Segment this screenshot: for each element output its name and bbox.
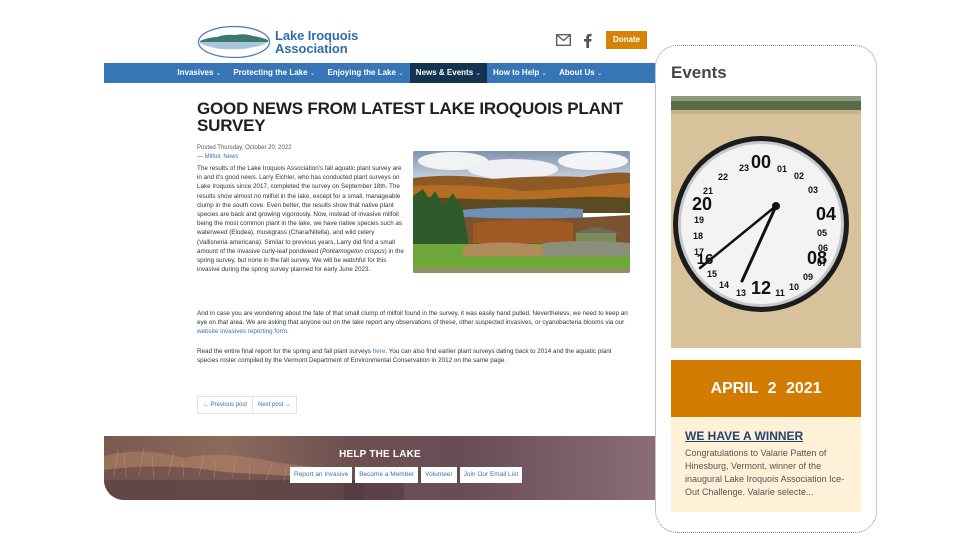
event-description: Congratulations to Valarie Patten of Hin… [685, 448, 845, 497]
article-title: GOOD NEWS FROM LATEST LAKE IROQUOIS PLAN… [197, 99, 623, 135]
lake-logo-icon [197, 25, 271, 59]
nav-item-protecting-the-lake[interactable]: Protecting the Lake ⌄ [227, 63, 321, 83]
svg-text:07: 07 [817, 258, 827, 268]
logo-text: Lake Iroquois Association [275, 29, 358, 55]
webpage: Lake Iroquois Association Donate Invasiv… [104, 0, 656, 552]
site-header: Lake Iroquois Association Donate [104, 0, 656, 63]
category-links[interactable]: Milfoil, News [205, 154, 239, 160]
article-photo [413, 151, 630, 273]
nav-item-how-to-help[interactable]: How to Help ⌄ [487, 63, 553, 83]
svg-text:14: 14 [719, 280, 729, 290]
svg-text:02: 02 [794, 171, 804, 181]
event-card: WE HAVE A WINNER Congratulations to Vala… [671, 417, 861, 512]
chevron-down-icon: ⌄ [475, 70, 482, 77]
svg-text:10: 10 [789, 282, 799, 292]
svg-text:12: 12 [751, 278, 771, 298]
nav-label: About Us [559, 68, 595, 77]
lake-autumn-image [413, 151, 630, 273]
event-photo[interactable]: 00 04 08 12 16 20 23 01 02 03 05 06 07 0… [671, 96, 861, 348]
svg-text:21: 21 [703, 186, 713, 196]
events-title: Events [671, 63, 727, 82]
facebook-icon[interactable] [583, 33, 592, 48]
nav-item-about-us[interactable]: About Us ⌄ [553, 63, 608, 83]
article-paragraph-3: Read the entire final report for the spr… [197, 347, 632, 365]
invasives-reporting-form-link[interactable]: website invasives reporting form [197, 328, 287, 335]
report-invasive-button[interactable]: Report an Invasive [290, 467, 353, 483]
svg-text:01: 01 [777, 164, 787, 174]
svg-text:05: 05 [817, 228, 827, 238]
para1-italic: Pontamogeton crispus [321, 247, 385, 255]
nav-label: Protecting the Lake [233, 68, 308, 77]
svg-text:06: 06 [818, 243, 828, 253]
help-buttons: Report an Invasive Become a Member Volun… [290, 467, 523, 483]
svg-text:23: 23 [739, 163, 749, 173]
become-member-button[interactable]: Become a Member [355, 467, 419, 483]
para2-text: And in case you are wondering about the … [197, 310, 628, 327]
main-nav: Invasives ⌄ Protecting the Lake ⌄ Enjoying… [104, 63, 656, 83]
site-logo[interactable]: Lake Iroquois Association [197, 25, 358, 59]
join-email-list-button[interactable]: Join Our Email List [459, 467, 523, 483]
svg-text:18: 18 [693, 231, 703, 241]
event-headline-link[interactable]: WE HAVE A WINNER [685, 429, 803, 443]
svg-text:15: 15 [707, 269, 717, 279]
clock-image: 00 04 08 12 16 20 23 01 02 03 05 06 07 0… [671, 96, 861, 348]
chevron-down-icon: ⌄ [397, 70, 404, 77]
nav-label: How to Help [493, 68, 540, 77]
mail-icon[interactable] [556, 34, 571, 46]
previous-post-button[interactable]: ← Previous post [198, 397, 252, 413]
article-paragraph-2: And in case you are wondering about the … [197, 309, 632, 337]
nav-label: Enjoying the Lake [327, 68, 396, 77]
event-date: APRIL 2 2021 [671, 360, 861, 417]
nav-item-news-events[interactable]: News & Events ⌄ [409, 63, 488, 83]
svg-text:19: 19 [694, 215, 704, 225]
svg-text:11: 11 [775, 288, 785, 298]
svg-text:09: 09 [803, 272, 813, 282]
help-the-lake-banner: HELP THE LAKE Report an Invasive Become … [104, 436, 656, 500]
events-widget: Events 00 04 08 12 16 20 23 01 02 03 05 [655, 45, 877, 533]
final-report-link[interactable]: here [373, 348, 386, 355]
logo-line-2: Association [275, 41, 348, 56]
para1-text: The results of the Lake Iroquois Associa… [197, 165, 403, 255]
nav-item-enjoying-the-lake[interactable]: Enjoying the Lake ⌄ [321, 63, 409, 83]
article: GOOD NEWS FROM LATEST LAKE IROQUOIS PLAN… [197, 99, 632, 364]
svg-text:20: 20 [692, 194, 712, 214]
category-dash: — [197, 154, 205, 160]
chevron-down-icon: ⌄ [215, 70, 222, 77]
header-actions: Donate [556, 31, 648, 49]
nav-label: News & Events [415, 68, 474, 77]
chevron-down-icon: ⌄ [309, 70, 316, 77]
nav-item-invasives[interactable]: Invasives ⌄ [171, 63, 227, 83]
svg-text:13: 13 [736, 288, 746, 298]
help-the-lake-title: HELP THE LAKE [339, 449, 421, 460]
para3-text: Read the entire final report for the spr… [197, 348, 373, 355]
chevron-down-icon: ⌄ [541, 70, 548, 77]
volunteer-button[interactable]: Volunteer [421, 467, 457, 483]
post-pager: ← Previous post Next post → [197, 396, 298, 414]
chevron-down-icon: ⌄ [596, 70, 603, 77]
svg-text:03: 03 [808, 185, 818, 195]
svg-text:22: 22 [718, 172, 728, 182]
para2-end: . [286, 328, 289, 336]
svg-text:17: 17 [694, 247, 704, 257]
donate-button[interactable]: Donate [606, 31, 648, 49]
next-post-button[interactable]: Next post → [252, 397, 296, 413]
svg-text:00: 00 [751, 152, 771, 172]
nav-label: Invasives [177, 68, 214, 77]
article-paragraph-1: The results of the Lake Iroquois Associa… [197, 164, 404, 274]
svg-text:04: 04 [816, 204, 836, 224]
